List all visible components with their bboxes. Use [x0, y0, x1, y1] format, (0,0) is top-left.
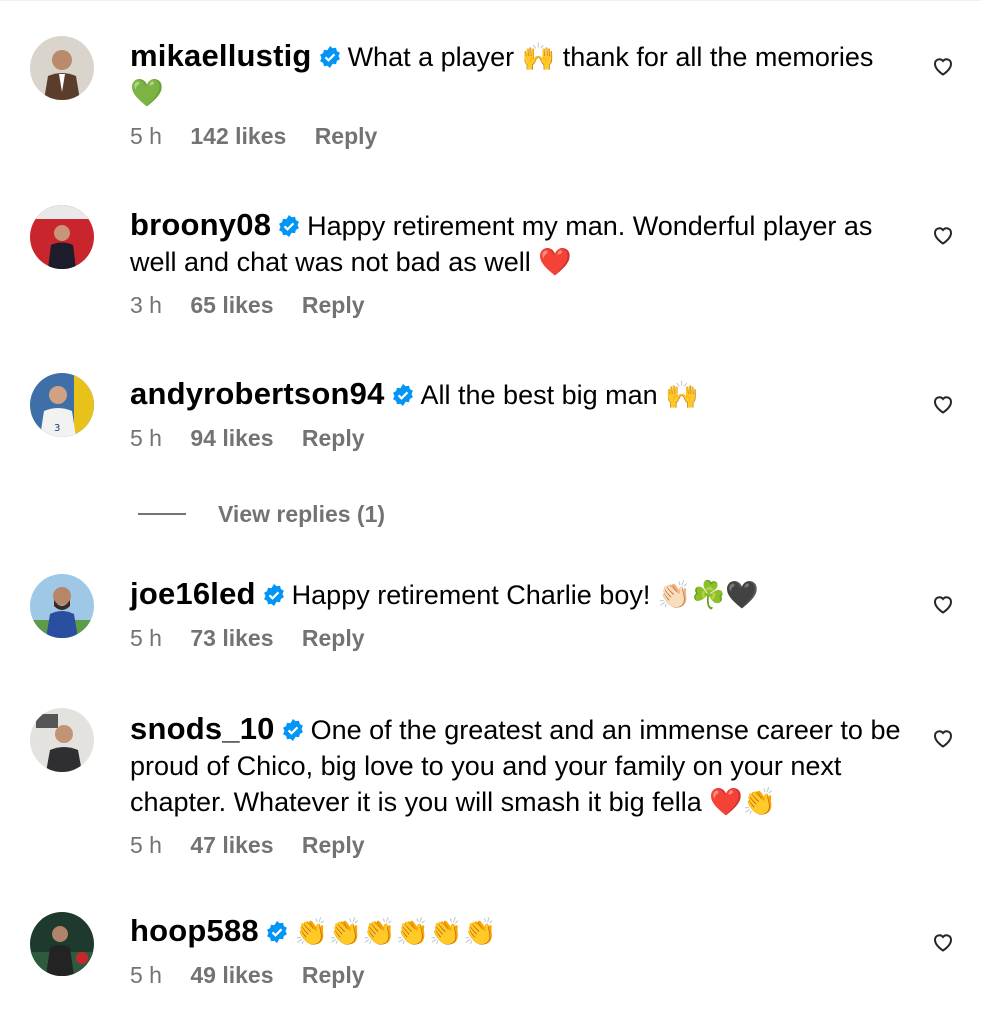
heart-outline-icon [934, 596, 952, 614]
comment-likes[interactable]: 73 likes [190, 625, 273, 651]
verified-badge-icon [319, 46, 340, 68]
like-button[interactable] [931, 930, 955, 954]
avatar[interactable] [30, 912, 94, 976]
comment-text: 👏👏👏👏👏👏 [294, 917, 497, 947]
view-replies-label: View replies (1) [218, 500, 386, 527]
comment-time: 5 h [130, 962, 162, 988]
comment-username[interactable]: broony08 [130, 207, 271, 242]
like-button[interactable] [931, 592, 955, 616]
comment-meta: 5 h 47 likes Reply [130, 832, 910, 859]
avatar[interactable] [30, 708, 94, 772]
comment-meta: 5 h 142 likes Reply [130, 123, 910, 150]
comment-time: 3 h [130, 292, 162, 318]
comment-likes[interactable]: 142 likes [190, 123, 286, 149]
comment-meta: 5 h 73 likes Reply [130, 625, 910, 652]
heart-outline-icon [934, 396, 952, 414]
verified-badge-icon [392, 384, 413, 406]
comment-likes[interactable]: 47 likes [190, 832, 273, 858]
heart-outline-icon [934, 58, 952, 76]
comment-time: 5 h [130, 123, 162, 149]
reply-button[interactable]: Reply [302, 425, 365, 451]
view-replies-button[interactable]: View replies (1) [138, 496, 385, 532]
like-button[interactable] [931, 54, 955, 78]
like-button[interactable] [931, 392, 955, 416]
comment-username[interactable]: mikaellustig [130, 38, 312, 73]
top-divider [0, 0, 981, 1]
heart-outline-icon [934, 730, 952, 748]
reply-button[interactable]: Reply [302, 962, 365, 988]
avatar[interactable] [30, 36, 94, 100]
verified-badge-icon [279, 215, 300, 237]
comment-text: Happy retirement Charlie boy! 👏🏻☘️🖤 [291, 580, 759, 610]
comment-time: 5 h [130, 832, 162, 858]
verified-badge-icon [263, 584, 284, 606]
comment-time: 5 h [130, 625, 162, 651]
comment-text: All the best big man 🙌 [420, 380, 699, 410]
reply-button[interactable]: Reply [315, 123, 378, 149]
avatar[interactable] [30, 205, 94, 269]
comment-meta: 5 h 49 likes Reply [130, 962, 910, 989]
reply-button[interactable]: Reply [302, 625, 365, 651]
reply-button[interactable]: Reply [302, 832, 365, 858]
verified-badge-icon [266, 921, 287, 943]
comment-username[interactable]: andyrobertson94 [130, 376, 385, 411]
comment-likes[interactable]: 94 likes [190, 425, 273, 451]
comment-username[interactable]: hoop588 [130, 913, 259, 948]
comment-likes[interactable]: 49 likes [190, 962, 273, 988]
comment-likes[interactable]: 65 likes [190, 292, 273, 318]
like-button[interactable] [931, 726, 955, 750]
heart-outline-icon [934, 227, 952, 245]
avatar[interactable] [30, 574, 94, 638]
comment-username[interactable]: snods_10 [130, 711, 275, 746]
verified-badge-icon [282, 719, 303, 741]
like-button[interactable] [931, 223, 955, 247]
svg-text:3: 3 [54, 423, 60, 434]
comment-username[interactable]: joe16led [130, 576, 256, 611]
replies-divider [138, 513, 186, 515]
comment-meta: 5 h 94 likes Reply [130, 425, 910, 452]
reply-button[interactable]: Reply [302, 292, 365, 318]
heart-outline-icon [934, 934, 952, 952]
avatar[interactable]: 3 [30, 373, 94, 437]
comment-time: 5 h [130, 425, 162, 451]
comment-meta: 3 h 65 likes Reply [130, 292, 910, 319]
